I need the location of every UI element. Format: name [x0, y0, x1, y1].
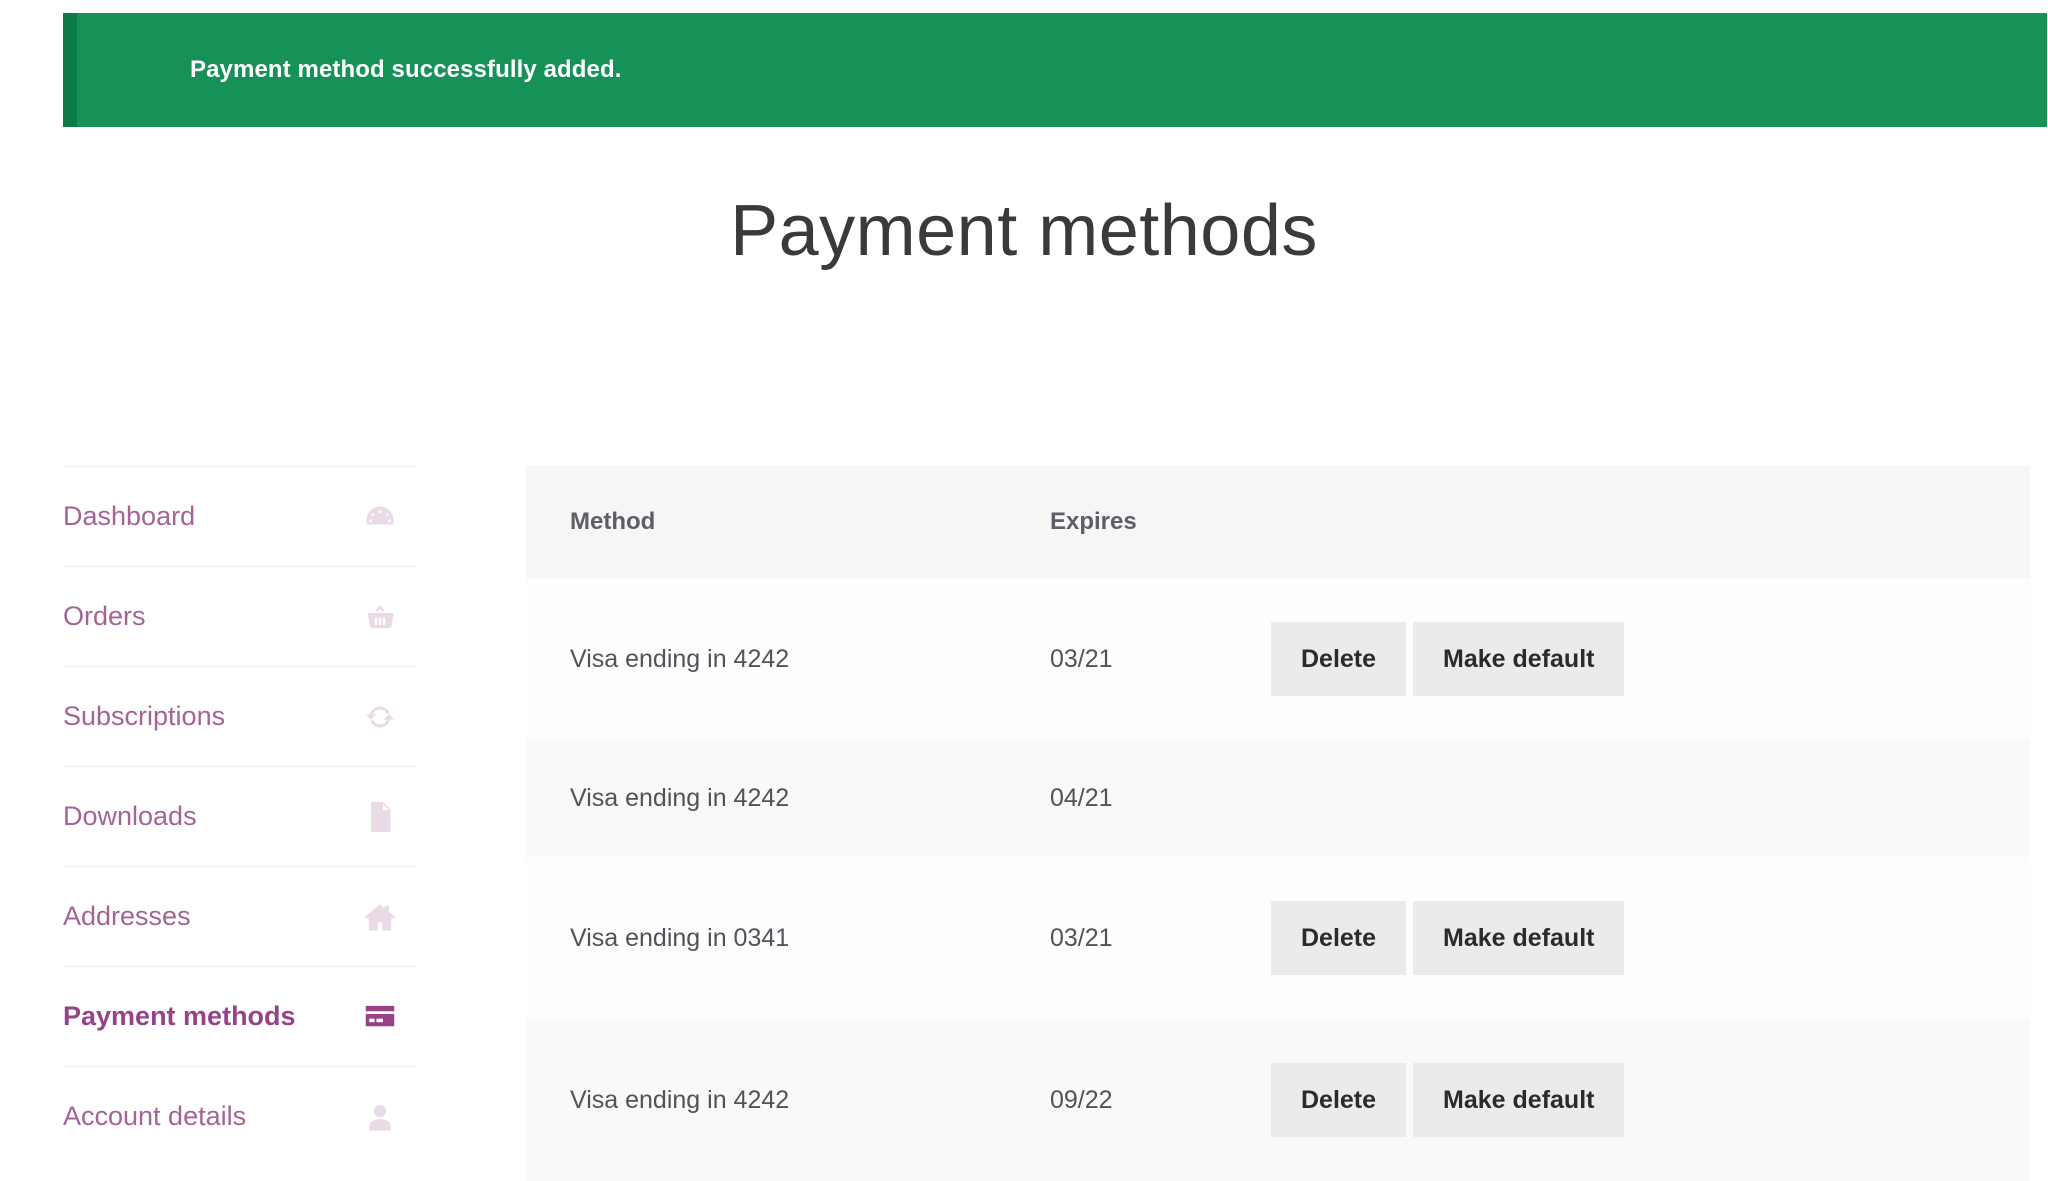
cell-method: Visa ending in 4242	[570, 784, 790, 812]
user-icon	[362, 1099, 398, 1135]
page-title: Payment methods	[730, 191, 1318, 271]
sidebar-item-orders[interactable]: Orders	[63, 566, 416, 666]
column-header-expires: Expires	[1006, 466, 1271, 578]
cell-expires: 03/21	[1050, 923, 1113, 952]
make-default-button[interactable]: Make default	[1413, 901, 1625, 975]
sidebar-item-label: Orders	[63, 601, 146, 631]
cell-method: Visa ending in 0341	[570, 923, 790, 952]
payment-methods-table: Method Expires Visa ending in 4242 03/21 D…	[526, 466, 2030, 1181]
notice-message: Payment method successfully added.	[190, 56, 622, 83]
cell-expires: 04/21	[1050, 784, 1113, 812]
account-sidebar: Dashboard Orders Subscriptions Downloads Add…	[0, 466, 416, 1166]
account-content: Method Expires Visa ending in 4242 03/21 D…	[416, 466, 2048, 1181]
account-nav-list: Dashboard Orders Subscriptions Downloads Add…	[63, 466, 416, 1166]
cell-actions: Delete Make default	[1271, 578, 2030, 740]
sidebar-item-label: Downloads	[63, 801, 197, 831]
sync-icon	[362, 699, 398, 735]
speedometer-icon	[362, 499, 398, 535]
cell-expires: 09/22	[1050, 1085, 1113, 1114]
sidebar-item-dashboard[interactable]: Dashboard	[63, 466, 416, 566]
table-head: Method Expires	[526, 466, 2030, 578]
column-header-method: Method	[526, 466, 1006, 578]
sidebar-item-account-details[interactable]: Account details	[63, 1066, 416, 1166]
table-header-row: Method Expires	[526, 466, 2030, 578]
sidebar-item-downloads[interactable]: Downloads	[63, 766, 416, 866]
sidebar-item-label: Account details	[63, 1101, 247, 1131]
delete-button[interactable]: Delete	[1271, 1063, 1407, 1137]
make-default-button[interactable]: Make default	[1413, 622, 1625, 696]
delete-button[interactable]: Delete	[1271, 622, 1407, 696]
cell-actions	[1271, 740, 2030, 857]
success-notice: Payment method successfully added.	[63, 13, 2047, 127]
sidebar-item-label: Subscriptions	[63, 701, 226, 731]
cell-actions: Delete Make default	[1271, 857, 2030, 1019]
zip-file-icon	[362, 799, 398, 835]
home-icon	[362, 899, 398, 935]
row-action-group: Delete Make default	[1271, 622, 2030, 696]
sidebar-item-label: Payment methods	[63, 1001, 296, 1031]
cell-actions: Delete Make default	[1271, 1019, 2030, 1181]
table-row: Visa ending in 0341 03/21 Delete Make defau…	[526, 857, 2030, 1019]
notice-banner-wrapper: Payment method successfully added.	[63, 13, 2047, 127]
sidebar-item-addresses[interactable]: Addresses	[63, 866, 416, 966]
row-action-group: Delete Make default	[1271, 901, 2030, 975]
table-body: Visa ending in 4242 03/21 Delete Make defau…	[526, 578, 2030, 1181]
table-row: Visa ending in 4242 04/21	[526, 740, 2030, 857]
account-layout: Dashboard Orders Subscriptions Downloads Add…	[0, 466, 2048, 1181]
make-default-button[interactable]: Make default	[1413, 1063, 1625, 1137]
sidebar-item-subscriptions[interactable]: Subscriptions	[63, 666, 416, 766]
table-row: Visa ending in 4242 09/22 Delete Make defau…	[526, 1019, 2030, 1181]
delete-button[interactable]: Delete	[1271, 901, 1407, 975]
sidebar-item-payment-methods[interactable]: Payment methods	[63, 966, 416, 1066]
row-action-group: Delete Make default	[1271, 1063, 2030, 1137]
cell-method: Visa ending in 4242	[570, 644, 790, 673]
cell-method: Visa ending in 4242	[570, 1085, 790, 1114]
basket-icon	[362, 599, 398, 635]
table-row: Visa ending in 4242 03/21 Delete Make defau…	[526, 578, 2030, 740]
credit-card-icon	[362, 999, 398, 1035]
column-header-actions	[1271, 466, 2030, 578]
cell-expires: 03/21	[1050, 644, 1113, 673]
sidebar-item-label: Addresses	[63, 901, 191, 931]
sidebar-item-label: Dashboard	[63, 501, 196, 531]
